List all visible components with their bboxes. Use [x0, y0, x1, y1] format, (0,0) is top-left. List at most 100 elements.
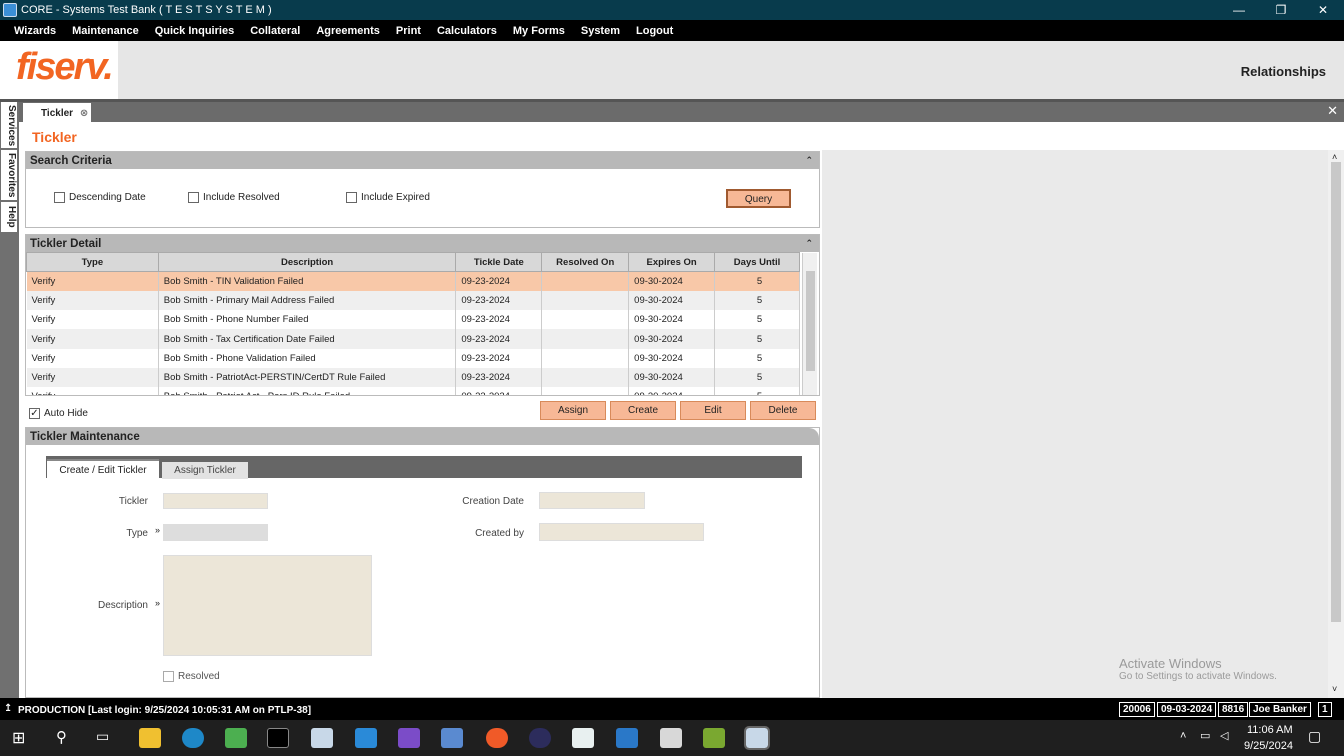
- postman-icon[interactable]: [486, 728, 508, 748]
- table-row[interactable]: Verify Bob Smith - Phone Validation Faile…: [26, 348, 800, 368]
- descending-date-checkbox[interactable]: Descending Date: [54, 192, 146, 203]
- core-app-active-icon[interactable]: [744, 726, 770, 750]
- network-icon[interactable]: ▭: [1200, 729, 1210, 742]
- scroll-thumb[interactable]: [1331, 162, 1341, 622]
- include-expired-checkbox[interactable]: Include Expired: [346, 192, 430, 203]
- vertical-scrollbar[interactable]: ˄ ˅: [1328, 150, 1344, 698]
- table-scroll-thumb[interactable]: [806, 271, 815, 371]
- app-icon[interactable]: [441, 728, 463, 748]
- clock-date[interactable]: 9/25/2024: [1244, 740, 1293, 752]
- maximize-button[interactable]: ❐: [1260, 0, 1302, 20]
- table-row[interactable]: Verify Bob Smith - PatriotAct-PERSTIN/Cer…: [26, 367, 800, 388]
- create-button[interactable]: Create: [610, 401, 676, 420]
- column-header-days-until[interactable]: Days Until: [714, 252, 800, 272]
- tickler-field[interactable]: [163, 493, 268, 509]
- collapse-icon[interactable]: ⌃: [805, 238, 813, 249]
- minimize-button[interactable]: —: [1218, 0, 1260, 20]
- column-header-expires-on[interactable]: Expires On: [628, 252, 716, 272]
- edge-icon[interactable]: [182, 728, 204, 748]
- task-view-icon[interactable]: ▭: [96, 728, 109, 745]
- table-row[interactable]: Verify Bob Smith - Primary Mail Address F…: [26, 290, 800, 311]
- eclipse-icon[interactable]: [529, 728, 551, 748]
- close-panel-icon[interactable]: ✕: [1327, 103, 1338, 119]
- app-icon[interactable]: [225, 728, 247, 748]
- column-header-description[interactable]: Description: [157, 252, 457, 272]
- menu-system[interactable]: System: [581, 25, 620, 37]
- menu-collateral[interactable]: Collateral: [250, 25, 300, 37]
- tickler-detail-header: Tickler Detail ⌃: [26, 235, 819, 252]
- menu-my-forms[interactable]: My Forms: [513, 25, 565, 37]
- column-header-resolved-on[interactable]: Resolved On: [541, 252, 630, 272]
- app-icon[interactable]: [572, 728, 594, 748]
- table-row[interactable]: VerifyBob Smith - Patriot Act - Pers ID …: [26, 387, 800, 395]
- menu-wizards[interactable]: Wizards: [14, 25, 56, 37]
- table-header-row: Type Description Tickle Date Resolved On…: [26, 252, 800, 272]
- menu-calculators[interactable]: Calculators: [437, 25, 497, 37]
- tab-assign-tickler[interactable]: Assign Tickler: [162, 462, 248, 479]
- delete-button[interactable]: Delete: [750, 401, 816, 420]
- cell-days-until: 5: [714, 290, 800, 311]
- sidetab-help[interactable]: Help: [1, 202, 17, 232]
- cell-tickle-date: 09-23-2024: [455, 367, 543, 388]
- edit-button[interactable]: Edit: [680, 401, 746, 420]
- table-row[interactable]: Verify Bob Smith - Tax Certification Date…: [26, 329, 800, 349]
- right-pane: [822, 150, 1328, 698]
- cell-tickle-date: 09-23-2024: [455, 348, 543, 368]
- cell-resolved-on: [541, 310, 630, 330]
- tickler-maintenance-panel: Tickler Maintenance Create / Edit Tickle…: [25, 427, 820, 698]
- volume-icon[interactable]: ◁: [1220, 729, 1228, 742]
- description-textarea[interactable]: [163, 555, 372, 656]
- terminal-icon[interactable]: [267, 728, 289, 748]
- watermark-title: Activate Windows: [1119, 656, 1222, 671]
- scroll-up-icon[interactable]: ˄: [1332, 152, 1337, 162]
- table-row[interactable]: Verify Bob Smith - Phone Number Failed 09-…: [26, 310, 800, 330]
- close-window-button[interactable]: ✕: [1302, 0, 1344, 20]
- app-icon[interactable]: [616, 728, 638, 748]
- menu-logout[interactable]: Logout: [636, 25, 673, 37]
- notification-icon[interactable]: ▢: [1308, 728, 1321, 745]
- menu-print[interactable]: Print: [396, 25, 421, 37]
- scroll-down-icon[interactable]: ˅: [1332, 684, 1337, 694]
- side-tab-bar: Services Favorites Help: [0, 102, 19, 698]
- tab-create-edit-tickler[interactable]: Create / Edit Tickler: [47, 459, 159, 479]
- app-icon[interactable]: [660, 728, 682, 748]
- cell-type: Verify: [26, 329, 159, 349]
- tickler-detail-panel: Tickler Detail ⌃ Type Description Tickle …: [25, 234, 820, 396]
- collapse-icon[interactable]: ⌃: [805, 155, 813, 166]
- include-resolved-checkbox[interactable]: Include Resolved: [188, 192, 280, 203]
- tray-chevron-icon[interactable]: ˄: [1180, 730, 1186, 742]
- search-criteria-title: Search Criteria: [30, 155, 112, 167]
- tab-tickler[interactable]: Tickler ⊗: [23, 103, 91, 123]
- table-row[interactable]: Verify Bob Smith - TIN Validation Failed 0…: [26, 271, 800, 291]
- windows-start-icon[interactable]: ⊞: [12, 728, 25, 748]
- vscode-icon[interactable]: [355, 728, 377, 748]
- column-header-tickle-date[interactable]: Tickle Date: [455, 252, 543, 272]
- type-label: Type: [126, 528, 148, 539]
- sidetab-favorites[interactable]: Favorites: [1, 150, 17, 200]
- sidetab-services[interactable]: Services: [1, 102, 17, 148]
- header: [0, 41, 1344, 99]
- type-select[interactable]: [163, 524, 268, 541]
- query-button[interactable]: Query: [726, 189, 791, 208]
- auto-hide-checkbox[interactable]: ✓ Auto Hide: [29, 408, 88, 419]
- created-by-field[interactable]: [539, 523, 704, 541]
- core-app-icon[interactable]: [311, 728, 333, 748]
- clock-time[interactable]: 11:06 AM: [1247, 724, 1293, 736]
- resolved-checkbox[interactable]: Resolved: [163, 671, 220, 682]
- file-explorer-icon[interactable]: [139, 728, 161, 748]
- cell-type: Verify: [26, 310, 159, 330]
- visual-studio-icon[interactable]: [398, 728, 420, 748]
- menu-maintenance[interactable]: Maintenance: [72, 25, 139, 37]
- tab-label: Tickler: [41, 108, 74, 119]
- table-scrollbar[interactable]: [802, 253, 817, 395]
- notepad-icon[interactable]: [703, 728, 725, 748]
- menu-agreements[interactable]: Agreements: [316, 25, 380, 37]
- column-header-type[interactable]: Type: [26, 252, 159, 272]
- maint-tab-strip: [46, 456, 802, 478]
- tab-close-icon[interactable]: ⊗: [80, 108, 88, 119]
- assign-button[interactable]: Assign: [540, 401, 606, 420]
- page-title: Tickler: [32, 129, 77, 145]
- menu-quick-inquiries[interactable]: Quick Inquiries: [155, 25, 234, 37]
- creation-date-field[interactable]: [539, 492, 645, 509]
- search-icon[interactable]: ⚲: [56, 728, 67, 746]
